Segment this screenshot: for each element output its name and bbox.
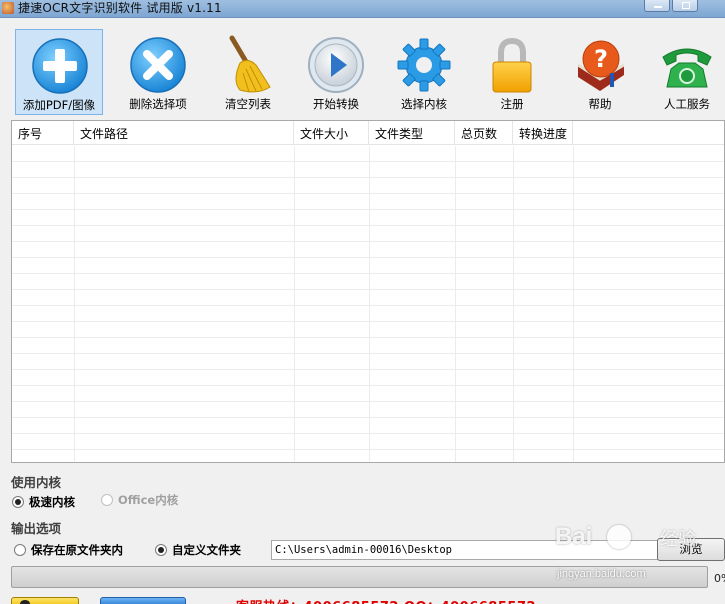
column-header-file-type[interactable]: 文件类型 bbox=[369, 121, 455, 145]
minimize-button[interactable] bbox=[644, 0, 670, 12]
column-divider bbox=[74, 146, 75, 462]
save-in-source-folder-radio[interactable]: 保存在原文件夹内 bbox=[14, 542, 123, 558]
register-label: 注册 bbox=[500, 97, 524, 111]
radio-indicator bbox=[14, 544, 26, 556]
select-engine-button[interactable]: 选择内核 bbox=[380, 29, 468, 115]
delete-selected-button[interactable]: 删除选择项 bbox=[114, 29, 202, 115]
add-icon bbox=[32, 38, 88, 94]
custom-folder-label: 自定义文件夹 bbox=[172, 543, 241, 557]
clear-list-label: 清空列表 bbox=[225, 97, 271, 111]
broom-icon bbox=[229, 35, 271, 93]
column-header-index[interactable]: 序号 bbox=[12, 121, 74, 145]
output-path-input[interactable]: C:\Users\admin-00016\Desktop bbox=[271, 540, 661, 560]
telephone-icon bbox=[662, 48, 712, 88]
table-header: 序号 文件路径 文件大小 文件类型 总页数 转换进度 bbox=[12, 121, 724, 145]
engine-section-label: 使用内核 bbox=[11, 475, 62, 490]
column-header-progress[interactable]: 转换进度 bbox=[513, 121, 573, 145]
conversion-progress-bar bbox=[11, 566, 708, 588]
column-header-file-path[interactable]: 文件路径 bbox=[74, 121, 294, 145]
table-body bbox=[12, 146, 724, 462]
app-icon bbox=[2, 2, 14, 14]
file-list-table[interactable]: 序号 文件路径 文件大小 文件类型 总页数 转换进度 bbox=[11, 120, 725, 463]
save-in-source-folder-label: 保存在原文件夹内 bbox=[31, 543, 123, 557]
office-engine-radio[interactable]: Office内核 bbox=[101, 492, 178, 508]
radio-indicator bbox=[12, 496, 24, 508]
maximize-button[interactable] bbox=[672, 0, 698, 12]
column-divider bbox=[455, 146, 456, 462]
fast-engine-label: 极速内核 bbox=[29, 495, 75, 509]
play-icon bbox=[308, 37, 364, 93]
toolbar: 添加PDF/图像 删除选择项 清空列表 开始转换 选择内核 注册 ? 帮助 人工… bbox=[0, 19, 725, 117]
manual-service-label: 人工服务 bbox=[664, 97, 710, 111]
bottom-left-button[interactable] bbox=[11, 597, 79, 604]
radio-indicator bbox=[155, 544, 167, 556]
radio-indicator bbox=[101, 494, 113, 506]
user-icon bbox=[20, 600, 30, 604]
column-divider bbox=[294, 146, 295, 462]
svg-text:?: ? bbox=[594, 45, 608, 73]
window-title: 捷速OCR文字识别软件 试用版 v1.11 bbox=[18, 1, 222, 15]
fast-engine-radio[interactable]: 极速内核 bbox=[12, 494, 75, 510]
minimize-icon bbox=[654, 6, 662, 8]
register-button[interactable]: 注册 bbox=[468, 29, 556, 115]
output-section-label: 输出选项 bbox=[11, 521, 62, 536]
column-divider bbox=[573, 146, 574, 462]
custom-folder-radio[interactable]: 自定义文件夹 bbox=[155, 542, 241, 558]
clear-list-button[interactable]: 清空列表 bbox=[204, 29, 292, 115]
gear-icon bbox=[397, 38, 451, 92]
delete-icon bbox=[130, 37, 186, 93]
help-label: 帮助 bbox=[588, 97, 612, 111]
column-divider bbox=[513, 146, 514, 462]
manual-service-button[interactable]: 人工服务 bbox=[643, 29, 725, 115]
bottom-blue-button[interactable] bbox=[100, 597, 186, 604]
help-button[interactable]: ? 帮助 bbox=[556, 29, 644, 115]
lock-icon bbox=[492, 37, 532, 93]
title-bar: 捷速OCR文字识别软件 试用版 v1.11 bbox=[0, 0, 725, 18]
column-divider bbox=[369, 146, 370, 462]
column-header-file-size[interactable]: 文件大小 bbox=[294, 121, 369, 145]
add-pdf-image-button[interactable]: 添加PDF/图像 bbox=[15, 29, 103, 115]
start-convert-label: 开始转换 bbox=[313, 97, 359, 111]
help-book-icon: ? bbox=[577, 40, 625, 91]
maximize-icon bbox=[682, 2, 690, 9]
browse-button[interactable]: 浏览 bbox=[657, 538, 725, 561]
column-header-page-count[interactable]: 总页数 bbox=[455, 121, 513, 145]
select-engine-label: 选择内核 bbox=[401, 97, 447, 111]
add-pdf-image-label: 添加PDF/图像 bbox=[22, 98, 96, 112]
start-convert-button[interactable]: 开始转换 bbox=[292, 29, 380, 115]
office-engine-label: Office内核 bbox=[118, 493, 179, 507]
progress-percent: 0% bbox=[714, 572, 725, 585]
contact-info: 客服热线：4006685572 QQ：4006685572 bbox=[236, 596, 536, 604]
delete-selected-label: 删除选择项 bbox=[129, 97, 187, 111]
